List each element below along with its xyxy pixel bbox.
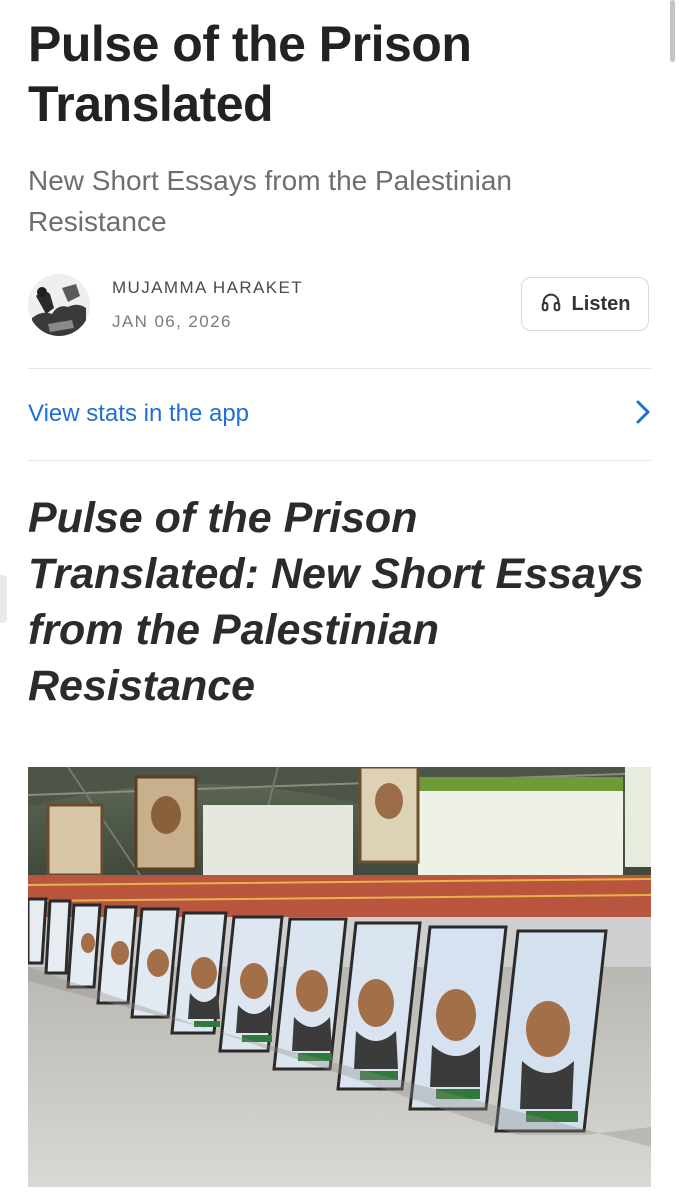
post-title: Pulse of the Prison Translated: [28, 16, 472, 132]
listen-label: Listen: [571, 292, 631, 315]
view-stats-link[interactable]: View stats in the app: [28, 369, 651, 459]
scrollbar[interactable]: [670, 0, 675, 62]
avatar-image: [28, 274, 90, 336]
view-stats-label: View stats in the app: [28, 400, 250, 427]
listen-button[interactable]: Listen: [521, 277, 649, 331]
prisoner-portraits-photo: [28, 767, 651, 1187]
article-photo[interactable]: [28, 767, 651, 1187]
post-subtitle: New Short Essays from the Palestinian Re…: [28, 165, 512, 237]
author-avatar[interactable]: [28, 274, 90, 336]
article-heading: Pulse of the Prison Translated: New Shor…: [28, 494, 644, 710]
headphones-icon: [540, 291, 562, 318]
edge-swipe-handle[interactable]: [0, 575, 7, 623]
post-page: Pulse of the Prison Translated New Short…: [0, 0, 679, 1200]
author-name[interactable]: MUJAMMA HARAKET: [112, 278, 303, 298]
divider-bottom: [28, 460, 651, 461]
chevron-right-icon: [635, 399, 651, 430]
post-date: JAN 06, 2026: [112, 312, 232, 331]
